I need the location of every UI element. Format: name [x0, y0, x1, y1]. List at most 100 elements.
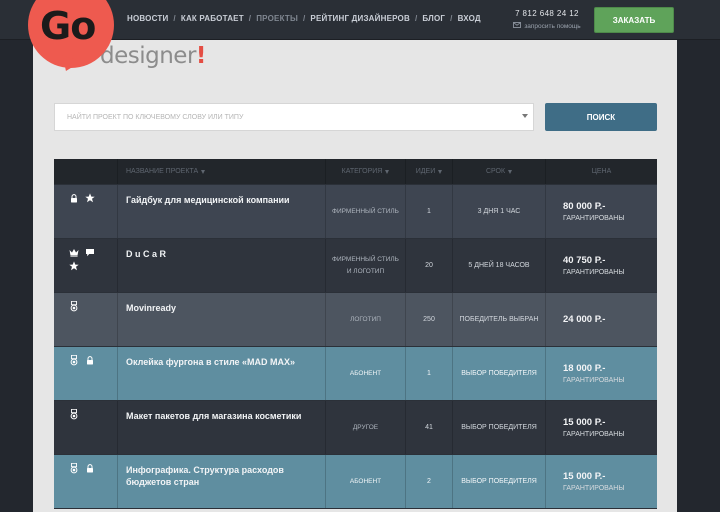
header-category[interactable]: КАТЕГОРИЯ [326, 159, 406, 184]
chat-icon [85, 247, 95, 257]
sort-down-icon [201, 169, 206, 174]
projects-table: НАЗВАНИЕ ПРОЕКТА КАТЕГОРИЯ ИДЕИ СРОК ЦЕН… [54, 159, 657, 509]
price-block: 18 000 Р.- ГАРАНТИРОВАНЫ [563, 347, 625, 400]
price-guarantee: ГАРАНТИРОВАНЫ [563, 485, 625, 492]
category-cell: АБОНЕНТ [326, 455, 406, 508]
header-price[interactable]: ЦЕНА [546, 159, 657, 184]
price-block: 80 000 Р.- ГАРАНТИРОВАНЫ [563, 185, 625, 238]
lock-icon [85, 355, 95, 365]
price-block: 40 750 Р.- ГАРАНТИРОВАНЫ [563, 239, 625, 292]
project-term: 5 ДНЕЙ 18 ЧАСОВ [468, 262, 530, 269]
price-guarantee: ГАРАНТИРОВАНЫ [563, 215, 625, 222]
sort-down-icon [508, 169, 513, 174]
star-icon [85, 193, 95, 203]
ideas-cell: 1 [406, 185, 453, 238]
row-icons [69, 462, 105, 473]
ideas-count: 2 [427, 478, 431, 485]
ideas-count: 1 [427, 370, 431, 377]
sort-down-icon [438, 169, 443, 174]
table-header: НАЗВАНИЕ ПРОЕКТА КАТЕГОРИЯ ИДЕИ СРОК ЦЕН… [54, 159, 657, 185]
table-row[interactable]: Макет пакетов для магазина косметики ДРУГ… [54, 401, 657, 455]
table-row[interactable]: Гайдбук для медицинской компании ФИРМЕННЫ… [54, 185, 657, 239]
logo-tagline-mark: ! [195, 43, 207, 69]
mail-icon [513, 22, 522, 30]
project-name[interactable]: Гайдбук для медицинской компании [126, 194, 322, 206]
ideas-cell: 20 [406, 239, 453, 292]
category-cell: ФИРМЕННЫЙ СТИЛЬ [326, 185, 406, 238]
project-name[interactable]: Оклейка фургона в стиле «MAD MAX» [126, 356, 322, 368]
project-category: ФИРМЕННЫЙ СТИЛЬ И ЛОГОТИП [332, 255, 399, 275]
table-row[interactable]: Оклейка фургона в стиле «MAD MAX» АБОНЕНТ… [54, 347, 657, 401]
project-term: ВЫБОР ПОБЕДИТЕЛЯ [461, 478, 537, 485]
main-nav: НОВОСТИ / КАК РАБОТАЕТ / ПРОЕКТЫ / РЕЙТИНГ ДИЗ… [127, 14, 481, 23]
nav-item-3[interactable]: РЕЙТИНГ ДИЗАЙНЕРОВ [310, 14, 410, 23]
price-amount: 24 000 Р.- [563, 314, 606, 325]
lock-icon [69, 193, 79, 203]
project-name[interactable]: Movinready [126, 302, 322, 314]
nav-item-0[interactable]: НОВОСТИ [127, 14, 168, 23]
star-icon [69, 261, 79, 271]
row-icons-cell [54, 239, 118, 292]
medal-icon [69, 462, 79, 473]
category-cell: ЛОГОТИП [326, 293, 406, 346]
nav-item-4[interactable]: БЛОГ [422, 14, 445, 23]
search-button[interactable]: ПОИСК [545, 103, 657, 131]
nav-item-5[interactable]: ВХОД [458, 14, 481, 23]
ideas-cell: 250 [406, 293, 453, 346]
project-name-cell: Инфографика. Структура расходов бюджетов… [118, 455, 326, 508]
callback-label: запросить помощь [524, 22, 581, 30]
project-term: ПОБЕДИТЕЛЬ ВЫБРАН [459, 316, 539, 323]
header-price-label: ЦЕНА [591, 168, 612, 175]
row-icons-cell [54, 455, 118, 508]
table-row[interactable]: D u C a R ФИРМЕННЫЙ СТИЛЬ И ЛОГОТИП 20 5 ДН… [54, 239, 657, 293]
term-cell: ВЫБОР ПОБЕДИТЕЛЯ [453, 401, 546, 454]
price-block: 15 000 Р.- ГАРАНТИРОВАНЫ [563, 401, 625, 454]
project-category: АБОНЕНТ [349, 477, 382, 485]
search-placeholder: НАЙТИ ПРОЕКТ ПО КЛЮЧЕВОМУ СЛОВУ ИЛИ ТИПУ [67, 113, 244, 121]
price-block: 24 000 Р.- [563, 293, 605, 346]
contact-block: 7 812 648 24 12 запросить помощь [507, 9, 587, 30]
header-name[interactable]: НАЗВАНИЕ ПРОЕКТА [118, 159, 326, 184]
project-category: ФИРМЕННЫЙ СТИЛЬ [332, 207, 399, 215]
order-button[interactable]: ЗАКАЗАТЬ [594, 7, 674, 33]
price-cell: 15 000 Р.- ГАРАНТИРОВАНЫ [546, 401, 657, 454]
search-input[interactable]: НАЙТИ ПРОЕКТ ПО КЛЮЧЕВОМУ СЛОВУ ИЛИ ТИПУ [54, 103, 534, 131]
row-icons [69, 354, 105, 365]
project-term: ВЫБОР ПОБЕДИТЕЛЯ [461, 370, 537, 377]
nav-item-2[interactable]: ПРОЕКТЫ [256, 14, 298, 23]
row-icons [69, 408, 105, 419]
price-amount: 40 750 Р.- [563, 255, 606, 266]
logo-tagline-text: designer [100, 43, 196, 69]
project-name[interactable]: D u C a R [126, 248, 322, 260]
header-category-label: КАТЕГОРИЯ [341, 168, 383, 175]
table-row[interactable]: Инфографика. Структура расходов бюджетов… [54, 455, 657, 509]
project-term: 3 ДНЯ 1 ЧАС [477, 208, 521, 215]
table-row[interactable]: Movinready ЛОГОТИП 250 ПОБЕДИТЕЛЬ ВЫБРАН 24 … [54, 293, 657, 347]
project-category: ЛОГОТИП [350, 315, 381, 323]
row-icons-cell [54, 347, 118, 400]
logo-text[interactable]: Go [40, 4, 96, 48]
callback-link[interactable]: запросить помощь [507, 22, 587, 30]
project-name[interactable]: Инфографика. Структура расходов бюджетов… [126, 464, 322, 488]
ideas-count: 20 [425, 262, 433, 269]
chevron-down-icon[interactable] [522, 114, 528, 118]
term-cell: ВЫБОР ПОБЕДИТЕЛЯ [453, 455, 546, 508]
header-name-label: НАЗВАНИЕ ПРОЕКТА [126, 168, 199, 175]
nav-separator: / [302, 14, 306, 23]
header-ideas[interactable]: ИДЕИ [406, 159, 453, 184]
price-cell: 18 000 Р.- ГАРАНТИРОВАНЫ [546, 347, 657, 400]
row-icons-cell [54, 401, 118, 454]
price-amount: 15 000 Р.- [563, 417, 606, 428]
nav-item-1[interactable]: КАК РАБОТАЕТ [181, 14, 244, 23]
nav-separator: / [173, 14, 176, 23]
header-icons-cell [54, 159, 118, 184]
term-cell: ПОБЕДИТЕЛЬ ВЫБРАН [453, 293, 546, 346]
price-amount: 18 000 Р.- [563, 363, 606, 374]
sort-down-icon [385, 169, 390, 174]
logo-tagline: designer! [100, 43, 206, 69]
project-name[interactable]: Макет пакетов для магазина косметики [126, 410, 322, 422]
header-term[interactable]: СРОК [453, 159, 546, 184]
price-guarantee: ГАРАНТИРОВАНЫ [563, 269, 625, 276]
category-cell: АБОНЕНТ [326, 347, 406, 400]
project-name-cell: Оклейка фургона в стиле «MAD MAX» [118, 347, 326, 400]
